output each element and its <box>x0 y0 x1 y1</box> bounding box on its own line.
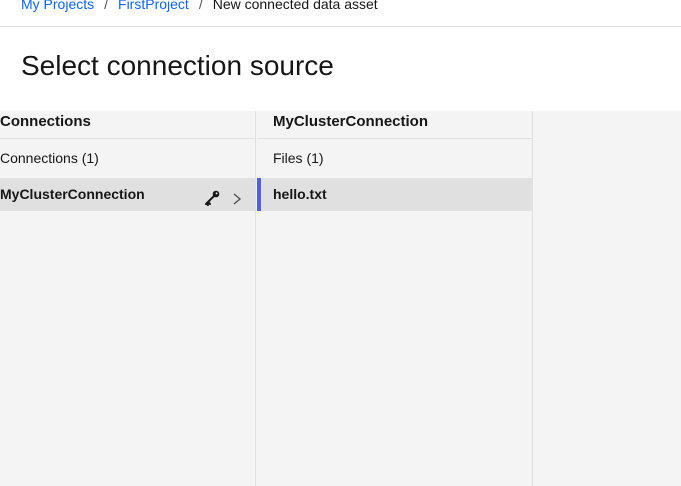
breadcrumb-bar: My Projects / FirstProject / New connect… <box>0 0 681 27</box>
cluster-column-header: MyClusterConnection <box>257 111 532 139</box>
files-count: Files (1) <box>273 150 324 166</box>
key-icon <box>203 186 221 206</box>
connections-count: Connections (1) <box>0 150 99 166</box>
connections-column: Connections Connections (1) MyClusterCon… <box>0 111 256 486</box>
breadcrumb-current: New connected data asset <box>212 0 378 12</box>
page: My Projects / FirstProject / New connect… <box>0 0 681 486</box>
breadcrumb-separator: / <box>104 0 109 12</box>
breadcrumb: My Projects / FirstProject / New connect… <box>21 0 378 11</box>
breadcrumb-separator: / <box>198 0 203 12</box>
connection-row-mycluster[interactable]: MyClusterConnection <box>0 178 255 211</box>
file-row-hello-txt[interactable]: hello.txt <box>257 178 532 211</box>
connection-row-label: MyClusterConnection <box>0 186 145 202</box>
selection-indicator <box>257 178 261 211</box>
breadcrumb-first-project[interactable]: FirstProject <box>118 0 189 11</box>
connection-browser: Connections Connections (1) MyClusterCon… <box>0 111 681 486</box>
cluster-column: MyClusterConnection Files (1) hello.txt <box>257 111 533 486</box>
connections-column-header: Connections <box>0 111 255 139</box>
page-title: Select connection source <box>21 50 334 81</box>
breadcrumb-my-projects[interactable]: My Projects <box>21 0 94 11</box>
file-row-label: hello.txt <box>273 186 327 202</box>
header-divider <box>0 26 681 27</box>
chevron-right-icon[interactable] <box>230 186 244 205</box>
